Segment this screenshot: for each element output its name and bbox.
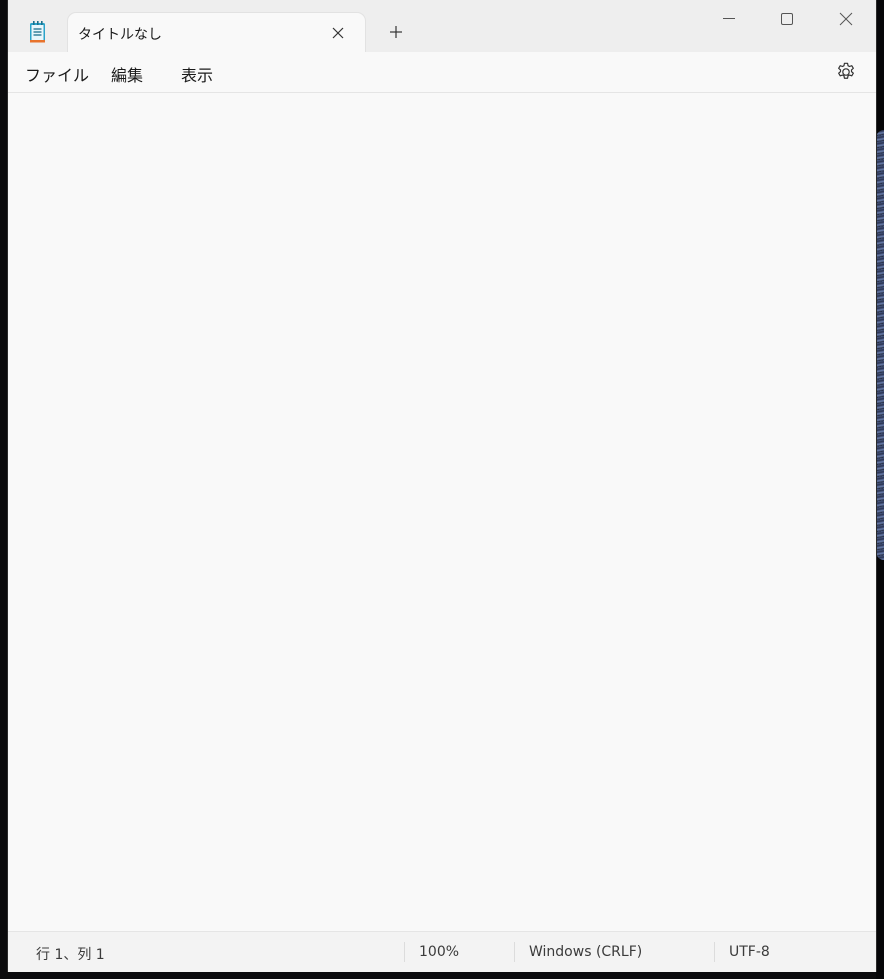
text-editor[interactable]: [8, 93, 876, 931]
status-bar: 行 1、列 1 100% Windows (CRLF) UTF-8: [8, 931, 876, 972]
maximize-icon: [781, 13, 793, 25]
minimize-icon: [723, 18, 735, 19]
line-ending[interactable]: Windows (CRLF): [529, 944, 642, 960]
menu-edit[interactable]: 編集: [111, 62, 143, 86]
close-window-button[interactable]: [817, 0, 875, 36]
zoom-level[interactable]: 100%: [419, 944, 459, 960]
encoding[interactable]: UTF-8: [729, 944, 770, 960]
close-icon[interactable]: [327, 22, 349, 44]
menu-bar: ファイル 編集 表示: [8, 52, 876, 93]
maximize-button[interactable]: [758, 0, 816, 36]
tab-untitled[interactable]: タイトルなし: [68, 13, 365, 53]
title-bar[interactable]: タイトルなし: [8, 0, 876, 53]
minimize-button[interactable]: [700, 0, 758, 36]
status-divider: [714, 942, 715, 962]
notepad-icon: [28, 20, 48, 44]
cursor-position: 行 1、列 1: [36, 947, 105, 963]
gear-icon[interactable]: [835, 61, 857, 83]
plus-icon[interactable]: [385, 21, 407, 43]
notepad-window: タイトルなし ファイル 編集 表示 行 1、列 1 100% Windows (…: [8, 0, 876, 972]
close-icon: [839, 12, 853, 26]
menu-view[interactable]: 表示: [181, 62, 213, 86]
status-divider: [514, 942, 515, 962]
status-divider: [404, 942, 405, 962]
wallpaper-swirl: [876, 130, 884, 560]
menu-file[interactable]: ファイル: [25, 62, 89, 86]
desktop-wallpaper: [876, 0, 884, 979]
tab-title: タイトルなし: [78, 27, 162, 43]
